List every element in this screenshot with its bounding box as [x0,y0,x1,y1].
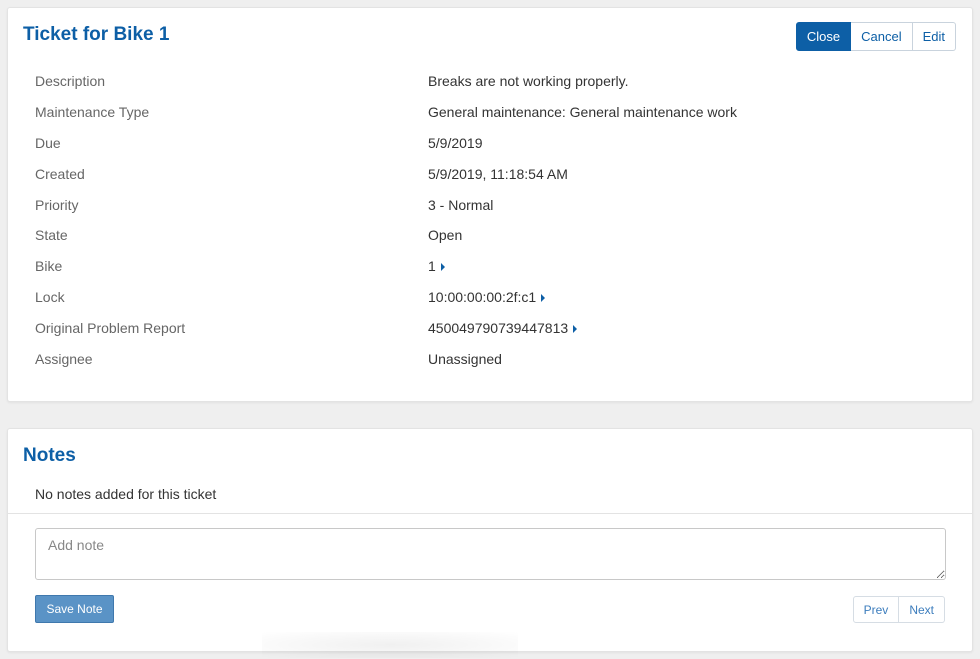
detail-row-created: Created 5/9/2019, 11:18:54 AM [35,158,955,189]
bike-link-text: 1 [428,258,436,275]
problem-report-link[interactable]: 450049790739447813 [428,319,578,336]
detail-row-lock: Lock 10:00:00:00:2f:c1 [35,282,955,313]
problem-report-link-text: 450049790739447813 [428,319,569,336]
pagination: Prev Next [852,596,945,623]
ticket-title: Ticket for Bike 1 [23,24,170,45]
detail-row-assignee: Assignee Unassigned [35,343,955,374]
detail-row-bike: Bike 1 [35,251,955,282]
description-value: Breaks are not working properly. [428,73,629,90]
lock-link-text: 10:00:00:00:2f:c1 [428,288,537,305]
state-value: Open [428,227,463,244]
assignee-value: Unassigned [428,350,502,367]
ticket-card: Ticket for Bike 1 Close Cancel Edit Desc… [7,7,973,402]
notes-empty-text: No notes added for this ticket [35,486,217,502]
detail-row-state: State Open [35,220,955,251]
detail-row-problem-report: Original Problem Report 4500497907394478… [35,312,955,343]
caret-right-icon [440,263,445,272]
detail-row-maintenance-type: Maintenance Type General maintenance: Ge… [35,97,955,128]
ticket-details: Description Breaks are not working prope… [35,66,955,374]
due-value: 5/9/2019 [428,134,483,151]
priority-label: Priority [35,196,79,213]
state-label: State [35,227,68,244]
edit-button[interactable]: Edit [912,22,956,51]
notes-card: Notes No notes added for this ticket Sav… [7,428,973,652]
bike-link[interactable]: 1 [428,258,445,274]
description-label: Description [35,73,106,90]
prev-button[interactable]: Prev [852,596,900,623]
lock-link[interactable]: 10:00:00:00:2f:c1 [428,288,546,305]
created-label: Created [35,165,85,182]
maintenance-type-value: General maintenance: General maintenance… [428,104,737,121]
assignee-label: Assignee [35,350,93,367]
ticket-actions: Close Cancel Edit [795,22,956,51]
close-button[interactable]: Close [795,22,852,51]
maintenance-type-label: Maintenance Type [35,104,150,121]
due-label: Due [35,134,61,151]
created-value: 5/9/2019, 11:18:54 AM [428,165,568,182]
priority-value: 3 - Normal [428,196,494,213]
lock-label: Lock [35,288,65,305]
bike-label: Bike [35,258,63,275]
cancel-button[interactable]: Cancel [851,22,913,51]
divider [8,513,972,514]
caret-right-icon [573,325,578,334]
bottom-shadow [262,632,518,658]
detail-row-description: Description Breaks are not working prope… [35,66,955,97]
caret-right-icon [541,294,546,303]
save-note-button[interactable]: Save Note [35,595,114,623]
detail-row-due: Due 5/9/2019 [35,128,955,159]
note-input[interactable] [35,528,946,580]
notes-title: Notes [23,445,76,466]
next-button[interactable]: Next [899,596,945,623]
problem-report-label: Original Problem Report [35,319,186,336]
detail-row-priority: Priority 3 - Normal [35,189,955,220]
